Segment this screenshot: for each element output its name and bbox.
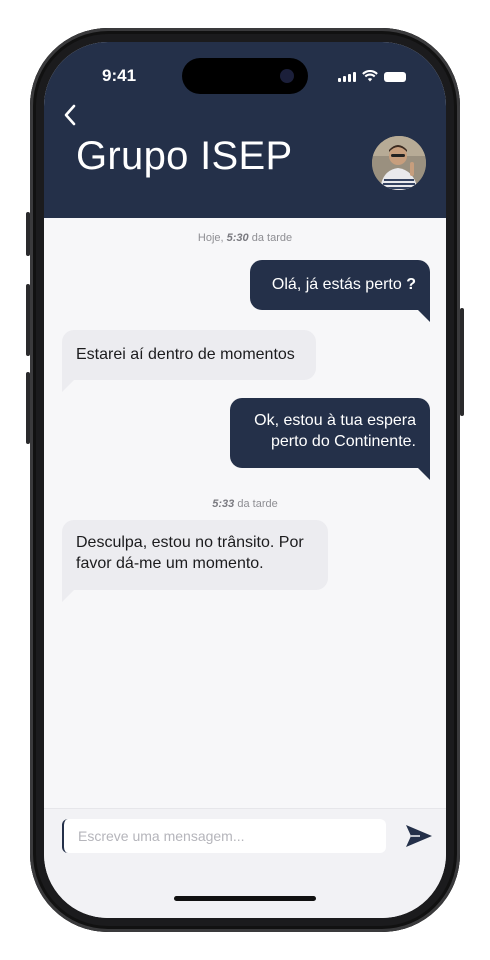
timestamp-time: 5:33 [212, 498, 235, 510]
dynamic-island [182, 58, 308, 94]
message-outgoing[interactable]: Olá, já estás perto ? [250, 260, 430, 310]
bubble-tail [62, 590, 74, 602]
chat-header: 9:41 Grupo ISEP [44, 42, 446, 218]
back-button[interactable] [58, 100, 82, 130]
wifi-icon [362, 70, 378, 82]
volume-down-button [26, 372, 30, 444]
bubble-tail [418, 468, 430, 480]
status-icons [338, 70, 406, 82]
power-button [460, 308, 464, 416]
avatar[interactable] [372, 136, 426, 190]
timestamp: 5:33 da tarde [212, 498, 278, 510]
avatar-photo [372, 136, 426, 190]
message-incoming[interactable]: Desculpa, estou no trânsito. Por favor d… [62, 520, 328, 590]
camera-icon [280, 69, 294, 83]
timestamp: Hoje, 5:30 da tarde [197, 232, 293, 244]
status-time: 9:41 [102, 66, 137, 85]
chevron-left-icon [64, 104, 76, 126]
battery-icon [384, 72, 406, 82]
chat-area: Hoje, 5:30 da tarde Olá, já estás perto … [44, 218, 446, 808]
volume-up-button [26, 284, 30, 356]
send-icon [406, 825, 432, 847]
message-outgoing[interactable]: Ok, estou à tua espera perto do Continen… [230, 398, 430, 468]
signal-icon [338, 72, 356, 82]
message-composer [44, 808, 446, 918]
page-title: Grupo ISEP [76, 134, 293, 178]
bubble-tail [418, 310, 430, 322]
message-incoming[interactable]: Estarei aí dentro de momentos [62, 330, 316, 380]
screen: 9:41 Grupo ISEP Hoje, 5:30 da tarde Olá,… [44, 42, 446, 918]
home-indicator[interactable] [174, 896, 316, 901]
message-input[interactable] [62, 819, 386, 853]
action-button [26, 212, 30, 256]
bubble-tail [62, 380, 74, 392]
phone-frame: 9:41 Grupo ISEP Hoje, 5:30 da tarde Olá,… [26, 28, 464, 932]
timestamp-time: 5:30 [226, 232, 249, 244]
send-button[interactable] [404, 823, 434, 849]
